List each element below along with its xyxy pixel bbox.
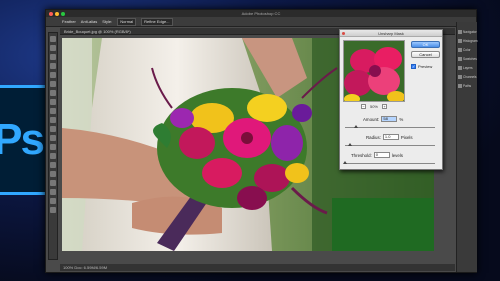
quick-select-tool-icon[interactable] xyxy=(50,63,56,69)
zoom-out-button[interactable]: − xyxy=(360,104,366,109)
title-bar: Adobe Photoshop CC xyxy=(46,10,476,17)
panel-label: Layers xyxy=(463,66,473,70)
dialog-title-bar: Unsharp Mask xyxy=(340,30,442,37)
amount-row: Amount: 58 % xyxy=(343,116,403,122)
radius-unit: Pixels xyxy=(400,134,413,140)
lasso-tool-icon[interactable] xyxy=(50,54,56,60)
gradient-tool-icon[interactable] xyxy=(50,135,56,141)
panel-label: Histogram xyxy=(463,39,478,43)
preview-checkbox[interactable]: ✓ xyxy=(411,64,416,69)
threshold-slider[interactable] xyxy=(343,161,435,164)
logo-text: Ps xyxy=(0,115,45,164)
pen-tool-icon[interactable] xyxy=(50,162,56,168)
dialog-close-button[interactable] xyxy=(342,31,345,35)
layers-icon xyxy=(458,66,462,70)
option-style-select[interactable]: Normal xyxy=(117,17,137,26)
healing-brush-tool-icon[interactable] xyxy=(50,90,56,96)
option-style-label: Style: xyxy=(102,19,113,24)
amount-unit: % xyxy=(399,116,404,122)
blur-tool-icon[interactable] xyxy=(50,144,56,150)
desktop-background: Ps Adobe Photoshop CC Feather Anti-alias… xyxy=(0,0,500,281)
panel-channels[interactable]: Channels xyxy=(457,73,477,81)
eyedropper-tool-icon[interactable] xyxy=(50,81,56,87)
refine-edge-button[interactable]: Refine Edge... xyxy=(141,17,173,26)
color-icon xyxy=(458,48,462,52)
window-title: Adobe Photoshop CC xyxy=(241,11,281,16)
amount-slider[interactable] xyxy=(345,125,435,128)
brush-tool-icon[interactable] xyxy=(50,99,56,105)
preview-checkbox-row[interactable]: ✓ Preview xyxy=(411,64,432,69)
radius-row: Radius: 1.0 Pixels xyxy=(343,134,413,140)
histogram-icon xyxy=(458,39,462,43)
tools-panel xyxy=(48,32,58,260)
zoom-in-button[interactable]: + xyxy=(382,104,387,109)
preview-zoom-controls: − 50% + xyxy=(343,103,405,110)
panel-paths[interactable]: Paths xyxy=(457,82,477,90)
radius-label: Radius: xyxy=(366,134,381,140)
panel-label: Swatches xyxy=(463,57,477,61)
type-tool-icon[interactable] xyxy=(50,171,56,177)
dodge-tool-icon[interactable] xyxy=(50,153,56,159)
navigator-icon xyxy=(458,30,462,34)
options-bar: Feather Anti-alias Style: Normal Refine … xyxy=(46,17,476,27)
history-brush-tool-icon[interactable] xyxy=(50,117,56,123)
panel-label: Paths xyxy=(463,84,472,88)
threshold-unit: levels xyxy=(391,152,403,158)
clone-stamp-tool-icon[interactable] xyxy=(50,108,56,114)
path-select-tool-icon[interactable] xyxy=(50,180,56,186)
threshold-label: Threshold: xyxy=(351,152,372,158)
panel-color[interactable]: Color xyxy=(457,46,477,54)
panel-histogram[interactable]: Histogram xyxy=(457,37,478,45)
flower-preview xyxy=(344,41,404,101)
crop-tool-icon[interactable] xyxy=(50,72,56,78)
preview-label: Preview xyxy=(418,64,433,69)
panel-navigator[interactable]: Navigator xyxy=(457,28,477,36)
threshold-slider-thumb[interactable] xyxy=(343,161,347,164)
hand-tool-icon[interactable] xyxy=(50,198,56,204)
threshold-row: Threshold: 0 levels xyxy=(343,152,403,158)
photoshop-logo: Ps xyxy=(0,85,50,195)
marquee-tool-icon[interactable] xyxy=(50,45,56,51)
dialog-title: Unsharp Mask xyxy=(378,31,404,36)
radius-slider[interactable] xyxy=(345,143,435,146)
eraser-tool-icon[interactable] xyxy=(50,126,56,132)
unsharp-mask-dialog: Unsharp Mask − 50% + OK Cancel ✓ Preview xyxy=(339,29,443,170)
amount-field[interactable]: 58 xyxy=(381,116,398,122)
dialog-preview-image[interactable] xyxy=(343,40,405,102)
zoom-tool-icon[interactable] xyxy=(50,207,56,213)
amount-label: Amount: xyxy=(363,116,380,122)
panel-label: Navigator xyxy=(463,30,477,34)
panel-swatches[interactable]: Swatches xyxy=(457,55,477,63)
radius-field[interactable]: 1.0 xyxy=(382,134,399,140)
panel-layers[interactable]: Layers xyxy=(457,64,477,72)
panel-label: Channels xyxy=(463,75,477,79)
move-tool-icon[interactable] xyxy=(50,36,56,42)
shape-tool-icon[interactable] xyxy=(50,189,56,195)
option-feather[interactable]: Feather xyxy=(62,19,76,24)
option-anti-alias[interactable]: Anti-alias xyxy=(81,19,97,24)
panel-label: Color xyxy=(463,48,471,52)
radius-slider-thumb[interactable] xyxy=(348,143,352,146)
amount-slider-thumb[interactable] xyxy=(354,125,358,128)
channels-icon xyxy=(458,75,462,79)
status-bar: 100% Doc: 6.59M/6.59M xyxy=(60,264,455,271)
paths-icon xyxy=(458,84,462,88)
swatches-icon xyxy=(458,57,462,61)
right-panel-dock: Navigator Histogram Color Swatches Layer… xyxy=(456,22,478,272)
zoom-level: 50% xyxy=(369,104,378,109)
cancel-button[interactable]: Cancel xyxy=(411,51,440,58)
ok-button[interactable]: OK xyxy=(411,41,440,48)
threshold-field[interactable]: 0 xyxy=(373,152,390,158)
